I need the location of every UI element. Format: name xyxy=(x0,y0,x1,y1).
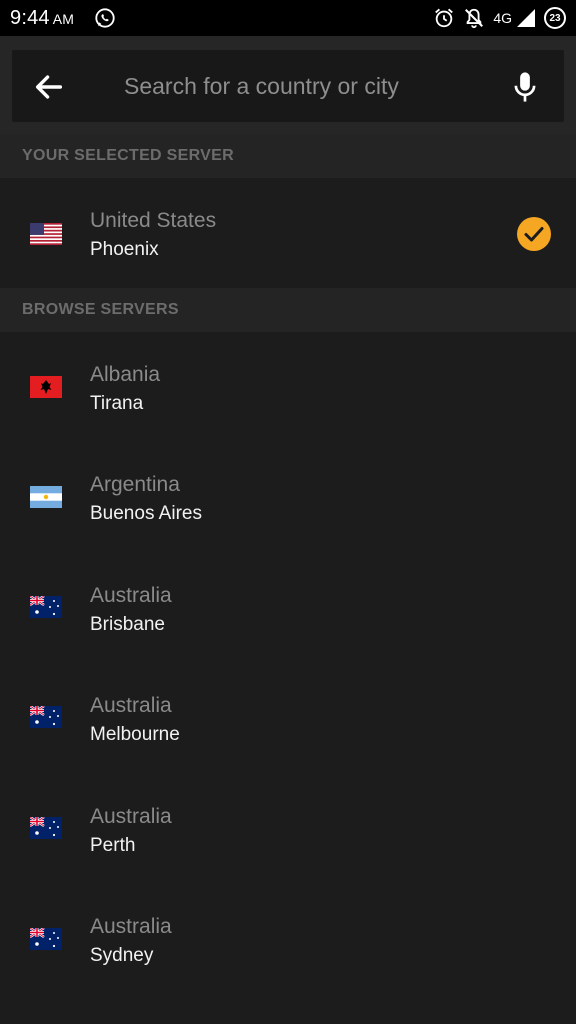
australia-flag-icon xyxy=(30,928,62,950)
status-time: 9:44 AM xyxy=(10,7,74,30)
server-city: Phoenix xyxy=(90,239,159,260)
server-city: Melbourne xyxy=(90,724,180,745)
status-time-value: 9:44 xyxy=(10,7,50,29)
server-row-australia-melbourne[interactable]: Australia Melbourne xyxy=(0,663,576,774)
browse-servers-header: BROWSE SERVERS xyxy=(0,288,576,332)
server-country: Australia xyxy=(90,915,172,938)
server-row-australia-sydney[interactable]: Australia Sydney xyxy=(0,884,576,994)
back-arrow-icon[interactable] xyxy=(32,70,66,104)
australia-flag-icon xyxy=(30,706,62,728)
server-city: Perth xyxy=(90,835,136,856)
battery-icon: 23 xyxy=(544,7,566,29)
notifications-off-icon xyxy=(465,8,484,29)
server-city: Sydney xyxy=(90,945,154,966)
server-row-australia-brisbane[interactable]: Australia Brisbane xyxy=(0,553,576,663)
server-row-australia-perth[interactable]: Australia Perth xyxy=(0,774,576,884)
argentina-flag-icon xyxy=(30,486,62,508)
search-bar xyxy=(12,50,564,122)
server-country: Australia xyxy=(90,805,172,828)
server-row-argentina-buenos-aires[interactable]: Argentina Buenos Aires xyxy=(0,442,576,553)
server-country: Australia xyxy=(90,584,172,607)
us-flag-icon xyxy=(30,223,62,245)
server-country: Argentina xyxy=(90,473,180,496)
checkmark-icon xyxy=(517,217,551,251)
whatsapp-icon xyxy=(95,8,115,28)
status-time-ampm: AM xyxy=(52,11,75,27)
server-country: Australia xyxy=(90,694,172,717)
server-row-albania-tirana[interactable]: Albania Tirana xyxy=(0,332,576,442)
server-city: Tirana xyxy=(90,393,144,414)
microphone-icon[interactable] xyxy=(510,70,540,104)
selected-server-row[interactable]: United States Phoenix xyxy=(0,178,576,288)
network-type-label: 4G xyxy=(493,10,512,26)
search-input[interactable] xyxy=(122,66,492,106)
server-city: Brisbane xyxy=(90,614,165,635)
signal-icon xyxy=(517,9,535,27)
selected-server-header: YOUR SELECTED SERVER xyxy=(0,134,576,178)
status-bar: 9:44 AM 4G 23 xyxy=(0,0,576,36)
status-icons: 4G 23 xyxy=(433,7,566,29)
server-city: Buenos Aires xyxy=(90,503,202,524)
alarm-icon xyxy=(435,8,454,28)
battery-level: 23 xyxy=(549,12,561,24)
server-country: United States xyxy=(90,209,217,232)
australia-flag-icon xyxy=(30,596,62,618)
australia-flag-icon xyxy=(30,817,62,839)
albania-flag-icon xyxy=(30,376,62,398)
server-country: Albania xyxy=(90,363,161,386)
search-header xyxy=(0,36,576,134)
